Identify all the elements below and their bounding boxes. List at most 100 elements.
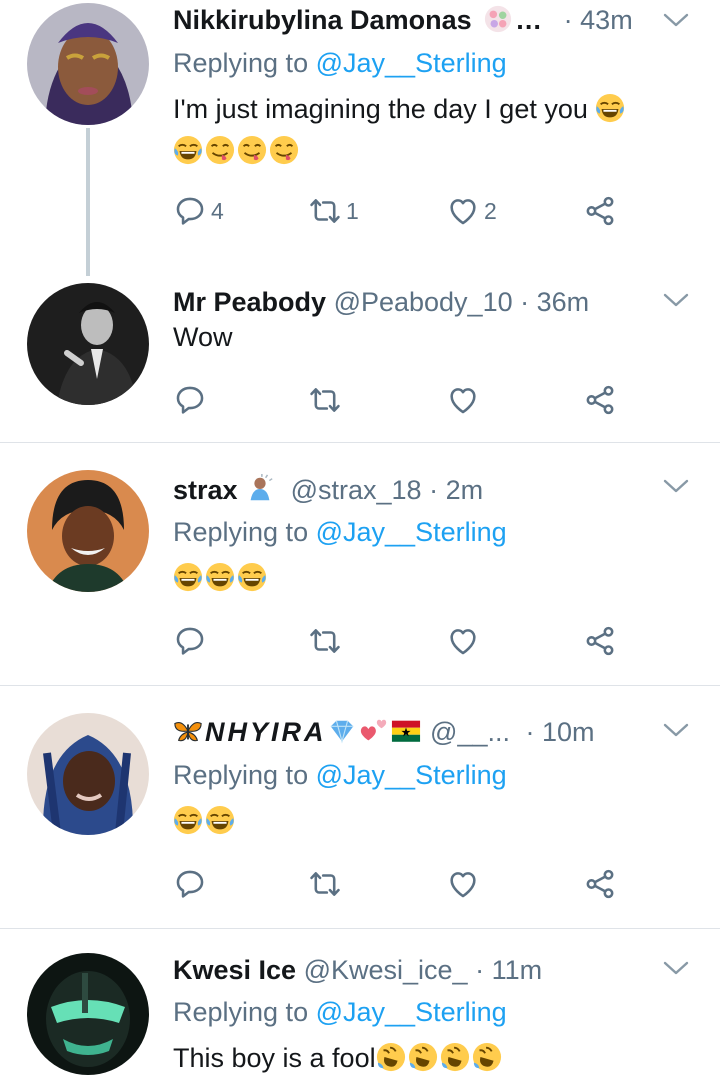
tweet-actions — [173, 618, 653, 664]
retweet-button[interactable]: 1 — [308, 188, 359, 234]
tweet-3[interactable]: strax @strax_18 · 2m Replying to @Jay__S… — [0, 470, 720, 685]
retweet-count: 1 — [346, 197, 359, 224]
reply-button[interactable]: 4 — [173, 188, 224, 234]
timestamp[interactable]: 2m — [446, 475, 484, 505]
like-button[interactable] — [446, 377, 480, 423]
like-button[interactable]: 2 — [446, 188, 497, 234]
tweet-text: This boy is a fool — [173, 1037, 693, 1079]
dot-separator: · — [429, 475, 439, 505]
name-ellipsis: … — [515, 5, 543, 35]
chevron-down-icon[interactable] — [662, 290, 690, 310]
reply-button[interactable] — [173, 618, 207, 664]
user-handle[interactable]: @Kwesi_ice_ — [304, 955, 468, 985]
tweet-actions: 4 1 2 — [173, 188, 653, 234]
retweet-icon — [308, 383, 342, 417]
joy-emoji — [173, 135, 203, 165]
tweet-4[interactable]: NHYIRA @__... · 10m Replying to @Jay__St… — [0, 712, 720, 928]
display-name[interactable]: strax — [173, 475, 238, 505]
tweet-header: Nikkirubylina Damonas … · 43m — [173, 0, 720, 40]
share-button[interactable] — [583, 618, 617, 664]
avatar[interactable] — [27, 713, 149, 835]
user-handle[interactable]: @strax_18 — [291, 475, 422, 505]
heart-icon — [446, 867, 480, 901]
tweet-header: Kwesi Ice @Kwesi_ice_ · 11m — [173, 950, 720, 990]
divider — [0, 685, 720, 686]
rofl-emoji — [376, 1042, 406, 1072]
share-icon — [583, 194, 617, 228]
tweet-text-content: I'm just imagining the day I get you — [173, 94, 588, 124]
share-button[interactable] — [583, 861, 617, 907]
thread-line — [86, 128, 90, 276]
retweet-icon — [308, 624, 342, 658]
joy-emoji — [173, 562, 203, 592]
reply-button[interactable] — [173, 377, 207, 423]
rofl-emoji — [408, 1042, 438, 1072]
display-name[interactable]: Kwesi Ice — [173, 955, 296, 985]
gem-emoji — [327, 716, 357, 746]
rofl-emoji — [440, 1042, 470, 1072]
chevron-down-icon[interactable] — [662, 476, 690, 496]
timestamp[interactable]: 43m — [580, 5, 633, 35]
tweet-text-content: Wow — [173, 322, 233, 352]
user-handle[interactable]: @Peabody_10 — [334, 287, 513, 317]
like-count: 2 — [484, 197, 497, 224]
avatar[interactable] — [27, 470, 149, 592]
avatar[interactable] — [27, 283, 149, 405]
heart-icon — [446, 624, 480, 658]
joy-emoji — [205, 562, 235, 592]
replying-label: Replying to — [173, 760, 309, 790]
like-button[interactable] — [446, 618, 480, 664]
share-icon — [583, 383, 617, 417]
tweet-text — [173, 557, 693, 599]
retweet-button[interactable] — [308, 377, 342, 423]
tweet-5[interactable]: Kwesi Ice @Kwesi_ice_ · 11m Replying to … — [0, 950, 720, 1087]
reply-button[interactable] — [173, 861, 207, 907]
timestamp[interactable]: 10m — [542, 717, 595, 747]
yum-emoji — [237, 135, 267, 165]
timeline: Nikkirubylina Damonas … · 43m Replying t… — [0, 0, 720, 1087]
chevron-down-icon[interactable] — [662, 720, 690, 740]
share-button[interactable] — [583, 377, 617, 423]
retweet-button[interactable] — [308, 861, 342, 907]
timestamp[interactable]: 36m — [537, 287, 590, 317]
tweet-text-content: This boy is a fool — [173, 1043, 376, 1073]
tweet-text: I'm just imagining the day I get you — [173, 88, 693, 172]
share-button[interactable] — [583, 188, 617, 234]
tweet-1[interactable]: Nikkirubylina Damonas … · 43m Replying t… — [0, 0, 720, 282]
dot-separator: · — [475, 955, 485, 985]
replying-to: Replying to @Jay__Sterling — [173, 755, 507, 795]
dot-separator: · — [525, 717, 535, 747]
replying-label: Replying to — [173, 997, 309, 1027]
joy-emoji — [173, 805, 203, 835]
display-name[interactable]: Mr Peabody — [173, 287, 326, 317]
reply-icon — [173, 194, 207, 228]
display-name[interactable]: NHYIRA — [205, 717, 327, 747]
like-button[interactable] — [446, 861, 480, 907]
dot-separator: · — [520, 287, 530, 317]
yum-emoji — [205, 135, 235, 165]
chevron-down-icon[interactable] — [662, 958, 690, 978]
user-handle[interactable]: @__... — [430, 717, 510, 747]
mention-link[interactable]: @Jay__Sterling — [316, 48, 507, 78]
tweet-header: NHYIRA @__... · 10m — [173, 712, 720, 752]
tweet-2[interactable]: Mr Peabody @Peabody_10 · 36m Wow — [0, 280, 720, 442]
tweet-text: Wow — [173, 316, 693, 358]
tweet-header: strax @strax_18 · 2m — [173, 470, 720, 510]
mention-link[interactable]: @Jay__Sterling — [316, 517, 507, 547]
retweet-button[interactable] — [308, 618, 342, 664]
reply-count: 4 — [211, 197, 224, 224]
timestamp[interactable]: 11m — [492, 955, 543, 985]
joy-emoji — [237, 562, 267, 592]
tweet-actions — [173, 377, 653, 423]
avatar[interactable] — [27, 3, 149, 125]
tweet-text — [173, 800, 693, 842]
dot-separator: · — [563, 5, 573, 35]
share-icon — [583, 624, 617, 658]
mention-link[interactable]: @Jay__Sterling — [316, 997, 507, 1027]
chevron-down-icon[interactable] — [662, 10, 690, 30]
mention-link[interactable]: @Jay__Sterling — [316, 760, 507, 790]
display-name[interactable]: Nikkirubylina Damonas — [173, 5, 472, 35]
heart-icon — [446, 383, 480, 417]
avatar[interactable] — [27, 953, 149, 1075]
replying-label: Replying to — [173, 517, 309, 547]
